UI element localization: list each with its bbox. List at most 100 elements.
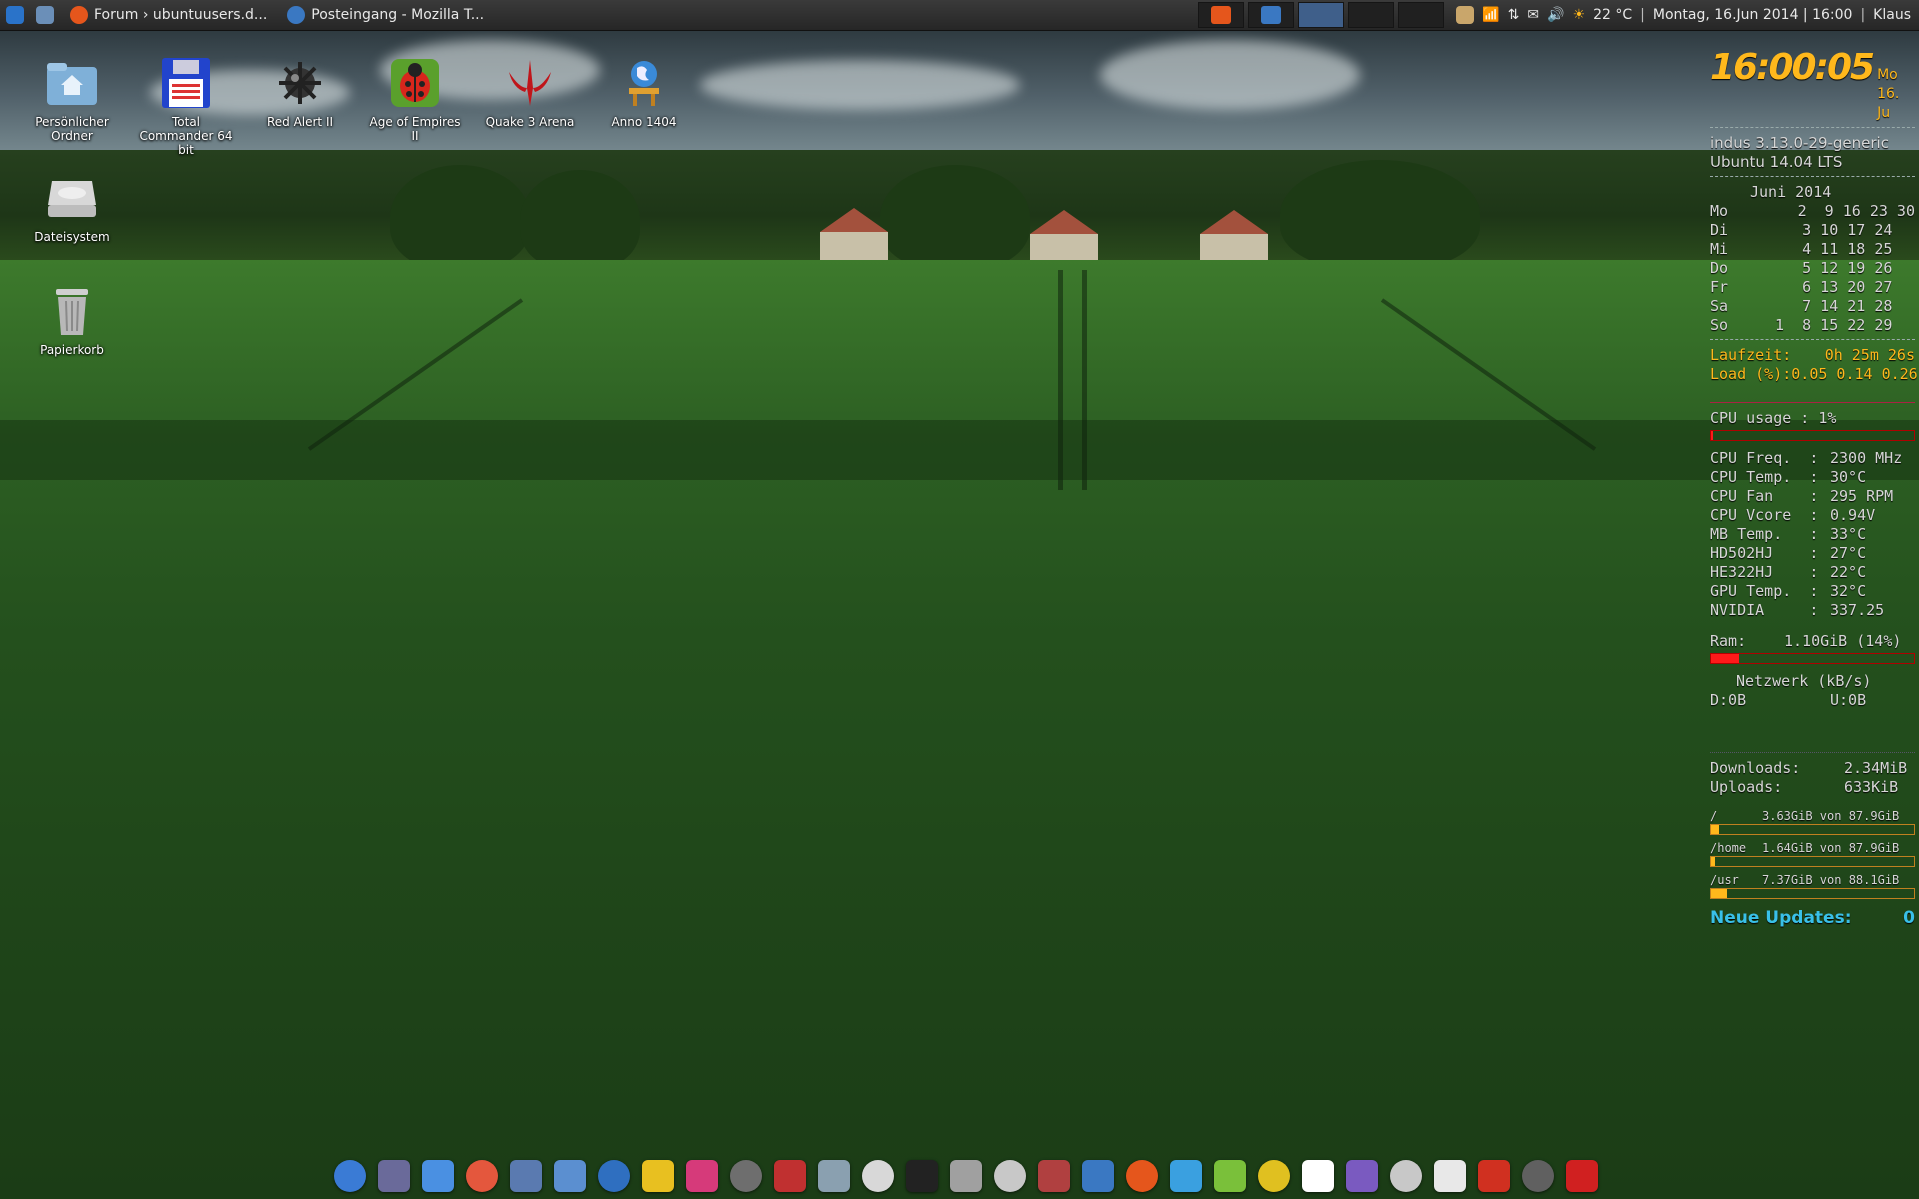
wireless-icon[interactable]: 📶 (1482, 7, 1499, 23)
download-icon[interactable] (1166, 1156, 1206, 1196)
calendar-dates: 6 13 20 27 (1766, 278, 1893, 296)
gear-icon[interactable] (550, 1156, 590, 1196)
calculator-icon[interactable] (506, 1156, 546, 1196)
lock-icon[interactable] (374, 1156, 414, 1196)
desktop-icon-anno[interactable]: Anno 1404 (594, 55, 694, 129)
warlock-icon[interactable] (1386, 1156, 1426, 1196)
window-switcher-icon[interactable] (990, 1156, 1030, 1196)
clipboard-icon[interactable] (1456, 6, 1475, 24)
farmhouse (1200, 210, 1268, 262)
activity-monitor-icon[interactable] (1518, 1156, 1558, 1196)
sensor-value: 295 RPM (1830, 487, 1894, 505)
pie-chart-icon-shape (466, 1160, 498, 1192)
filesystem-bar (1710, 824, 1915, 835)
puzzle-icon[interactable] (1210, 1156, 1250, 1196)
downloads-row: Downloads: 2.34MiB (1710, 759, 1908, 777)
firefox-icon[interactable] (1122, 1156, 1162, 1196)
desktop-icon-age-of-empires[interactable]: Age of Empires II (365, 55, 465, 143)
workspace-2[interactable] (1248, 2, 1295, 28)
color-wheel-icon[interactable] (638, 1156, 678, 1196)
filesystem-row: / 3.63GiB von 87.9GiB (1710, 809, 1915, 823)
filesystem-bar-fill (1711, 857, 1716, 866)
globe-icon (616, 55, 672, 111)
sword-icon[interactable] (1342, 1156, 1382, 1196)
sensor-value: 2300 MHz (1830, 449, 1903, 467)
conky-time: 16:00:05 (1710, 47, 1875, 88)
xfce-mouse-icon (6, 6, 24, 24)
network-title: Netzwerk (kB/s) (1736, 672, 1872, 690)
task-firefox[interactable]: Forum › ubuntuusers.d... (60, 0, 277, 30)
mail-icon[interactable]: ✉ (1527, 7, 1539, 23)
pie-chart-icon[interactable] (462, 1156, 502, 1196)
calendar-weekday: Mo (1710, 202, 1729, 220)
desktop-icon-filesystem[interactable]: Dateisystem (22, 170, 122, 244)
file-manager-launcher[interactable] (30, 0, 60, 30)
quake-icon (502, 55, 558, 111)
weather-temp[interactable]: 22 °C (1593, 7, 1632, 23)
network-arrows-icon[interactable]: ⇅ (1508, 7, 1520, 23)
magnifier-icon[interactable] (946, 1156, 986, 1196)
terminal-icon[interactable] (902, 1156, 942, 1196)
workspace-pager (1198, 2, 1445, 28)
workspace-5[interactable] (1398, 2, 1445, 28)
aperture-icon[interactable] (682, 1156, 722, 1196)
volume-icon[interactable]: 🔊 (1547, 7, 1564, 23)
cell-icon[interactable] (1298, 1156, 1338, 1196)
sensor-label: NVIDIA : (1710, 601, 1819, 619)
tree (880, 165, 1030, 270)
earth-icon-shape (598, 1160, 630, 1192)
tree (520, 170, 640, 270)
workspace-3[interactable] (1298, 2, 1345, 28)
task-thunderbird[interactable]: Posteingang - Mozilla T... (277, 0, 494, 30)
workspace-1[interactable] (1198, 2, 1245, 28)
divider (1710, 339, 1915, 340)
headphones-icon[interactable] (1254, 1156, 1294, 1196)
system-monitor-icon[interactable] (418, 1156, 458, 1196)
calendar-weekday: Mi (1710, 240, 1729, 258)
audio-editor-icon[interactable] (770, 1156, 810, 1196)
gimp-icon[interactable] (726, 1156, 766, 1196)
user-menu[interactable]: Klaus (1873, 7, 1911, 23)
calendar-dates: 3 10 17 24 (1766, 221, 1893, 239)
sensor-value: 0.94V (1830, 506, 1876, 524)
uploads-row: Uploads: 633KiB (1710, 778, 1899, 796)
filesystem-usage: 7.37GiB von 88.1GiB (1762, 873, 1900, 887)
text-editor-icon[interactable] (814, 1156, 854, 1196)
desktop-icon-total-commander[interactable]: Total Commander 64 bit (136, 55, 236, 157)
crossed-tools-icon[interactable] (330, 1156, 370, 1196)
conky-clock: 16:00:05 Mo 16. Ju (1710, 47, 1915, 123)
firefox-icon-shape (1126, 1160, 1158, 1192)
earth-icon[interactable] (594, 1156, 634, 1196)
activity-monitor-icon-shape (1522, 1160, 1554, 1192)
sensor-value: 337.25 (1830, 601, 1885, 619)
thunderbird-icon[interactable] (1078, 1156, 1118, 1196)
sensor-row: HD502HJ : 27°C (1710, 544, 1915, 563)
whisker-menu-button[interactable] (0, 0, 30, 30)
notepad-icon[interactable] (858, 1156, 898, 1196)
workspace-4[interactable] (1348, 2, 1395, 28)
ram-row: Ram: 1.10GiB (14%) (1710, 632, 1902, 650)
desktop-icon-red-alert[interactable]: Red Alert II (250, 55, 350, 129)
sensor-row: CPU Fan : 295 RPM (1710, 487, 1915, 506)
notepad-icon-shape (862, 1160, 894, 1192)
desktop-icon-home[interactable]: Persönlicher Ordner (22, 55, 122, 143)
load-row: Load (%): 0.05 0.14 0.26 (1710, 365, 1918, 383)
calendar-row: Mi 4 11 18 25 (1710, 240, 1915, 259)
weather-sun-icon[interactable]: ☀ (1573, 7, 1586, 23)
firefox-icon (70, 6, 88, 24)
boat-icon[interactable] (1474, 1156, 1514, 1196)
calendar-weekday: Do (1710, 259, 1729, 277)
cell-icon-shape (1302, 1160, 1334, 1192)
power-icon[interactable] (1562, 1156, 1602, 1196)
desktop-icon-trash[interactable]: Papierkorb (22, 283, 122, 357)
filesystem-usage: 3.63GiB von 87.9GiB (1762, 809, 1900, 823)
clock[interactable]: Montag, 16.Jun 2014 | 16:00 (1653, 7, 1853, 23)
desktop-icon-quake[interactable]: Quake 3 Arena (480, 55, 580, 129)
ram-bar (1710, 653, 1915, 664)
cards-icon[interactable] (1430, 1156, 1470, 1196)
gear-icon-shape (554, 1160, 586, 1192)
network-tools-icon[interactable] (1034, 1156, 1074, 1196)
filesystem-usage: 1.64GiB von 87.9GiB (1762, 841, 1900, 855)
thunderbird-icon (287, 6, 306, 24)
system-tray: 📶 ⇅ ✉ 🔊 ☀ 22 °C | Montag, 16.Jun 2014 | … (1456, 6, 1919, 24)
